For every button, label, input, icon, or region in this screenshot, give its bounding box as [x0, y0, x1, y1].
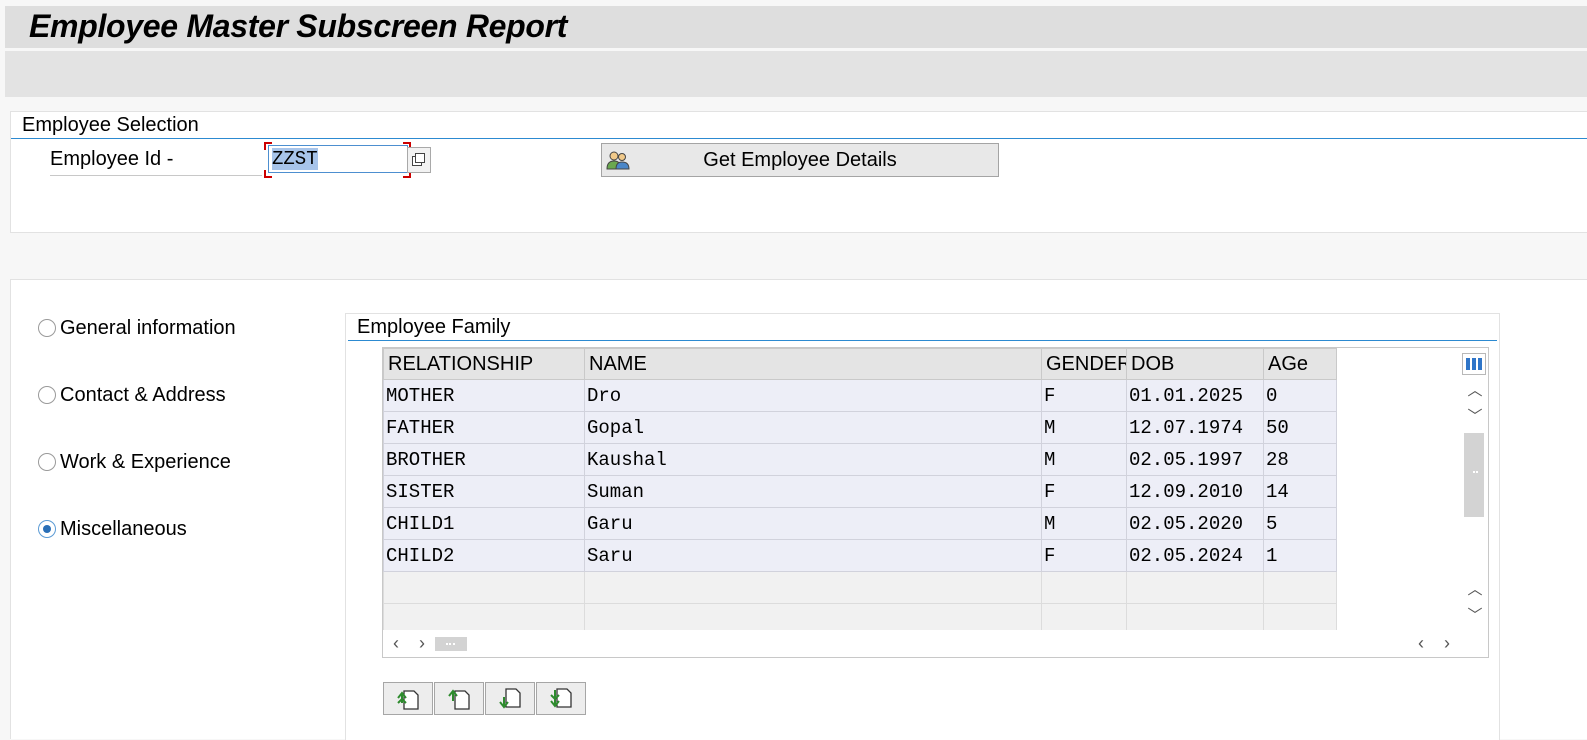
employee-id-value: ZZST — [272, 148, 318, 170]
employee-id-input[interactable]: ZZST — [268, 145, 408, 173]
empty-cell[interactable] — [383, 571, 585, 604]
employee-id-label: Employee Id - — [50, 148, 262, 176]
cell-dob[interactable]: 01.01.2025 — [1126, 379, 1264, 412]
table-row[interactable]: BROTHER Kaushal M 02.05.1997 28 — [383, 443, 1337, 476]
cell-gender[interactable]: M — [1041, 507, 1127, 540]
radio-label: General information — [60, 317, 236, 339]
table-row[interactable]: SISTER Suman F 12.09.2010 14 — [383, 475, 1337, 508]
last-page-icon — [550, 688, 572, 708]
cell-gender[interactable]: F — [1041, 475, 1127, 508]
chevron-down-icon[interactable]: ﹀ — [1466, 408, 1484, 426]
chevron-up-icon[interactable]: ︿ — [1466, 382, 1484, 400]
cell-relationship[interactable]: BROTHER — [383, 443, 585, 476]
cell-gender[interactable]: M — [1041, 411, 1127, 444]
employee-id-field-wrap: ZZST — [264, 142, 411, 178]
empty-cell[interactable] — [1126, 571, 1264, 604]
cell-dob[interactable]: 02.05.2020 — [1126, 507, 1264, 540]
title-bar: Employee Master Subscreen Report — [5, 6, 1587, 48]
cell-dob[interactable]: 02.05.1997 — [1126, 443, 1264, 476]
previous-page-icon — [448, 689, 470, 710]
get-employee-details-label: Get Employee Details — [703, 149, 897, 171]
radio-button[interactable] — [38, 453, 56, 471]
cell-name[interactable]: Garu — [584, 507, 1042, 540]
value-help-icon[interactable] — [407, 147, 431, 173]
subscreen-panel: General information Contact & Address Wo… — [10, 279, 1587, 740]
employee-family-group: Employee Family RELATIONSHIP NAME GENDER… — [345, 313, 1500, 740]
cell-relationship[interactable]: CHILD1 — [383, 507, 585, 540]
chevron-right-icon[interactable]: › — [413, 633, 431, 653]
cell-gender[interactable]: F — [1041, 539, 1127, 572]
vertical-scrollbar-thumb[interactable] — [1464, 433, 1484, 517]
column-header-name[interactable]: NAME — [584, 348, 1042, 380]
group-divider — [348, 340, 1497, 341]
table-row[interactable]: MOTHER Dro F 01.01.2025 0 — [383, 379, 1337, 412]
cell-name[interactable]: Suman — [584, 475, 1042, 508]
chevron-up-icon[interactable]: ︿ — [1466, 581, 1484, 599]
cell-gender[interactable]: M — [1041, 443, 1127, 476]
column-header-relationship[interactable]: RELATIONSHIP — [383, 348, 585, 380]
cell-gender[interactable]: F — [1041, 379, 1127, 412]
cell-name[interactable]: Kaushal — [584, 443, 1042, 476]
next-page-icon — [499, 688, 521, 709]
employee-selection-panel: Employee Selection Employee Id - ZZST Ge… — [10, 111, 1587, 233]
cell-relationship[interactable]: SISTER — [383, 475, 585, 508]
family-table-control: RELATIONSHIP NAME GENDER DOB AGe MOTHER … — [382, 347, 1489, 658]
chevron-left-icon[interactable]: ‹ — [387, 633, 405, 653]
first-page-button[interactable] — [383, 682, 433, 715]
cell-relationship[interactable]: CHILD2 — [383, 539, 585, 572]
cell-name[interactable]: Dro — [584, 379, 1042, 412]
next-page-button[interactable] — [485, 682, 535, 715]
column-header-dob[interactable]: DOB — [1126, 348, 1264, 380]
cell-age[interactable]: 1 — [1263, 539, 1337, 572]
table-row[interactable]: CHILD2 Saru F 02.05.2024 1 — [383, 539, 1337, 572]
previous-page-button[interactable] — [434, 682, 484, 715]
cell-age[interactable]: 5 — [1263, 507, 1337, 540]
empty-table-row[interactable] — [383, 571, 1337, 604]
cell-age[interactable]: 28 — [1263, 443, 1337, 476]
table-row[interactable]: CHILD1 Garu M 02.05.2020 5 — [383, 507, 1337, 540]
employee-group-icon — [606, 151, 630, 170]
cell-dob[interactable]: 12.09.2010 — [1126, 475, 1264, 508]
cell-name[interactable]: Saru — [584, 539, 1042, 572]
cell-age[interactable]: 0 — [1263, 379, 1337, 412]
cell-relationship[interactable]: MOTHER — [383, 379, 585, 412]
empty-cell[interactable] — [1041, 571, 1127, 604]
radio-button[interactable] — [38, 386, 56, 404]
cell-relationship[interactable]: FATHER — [383, 411, 585, 444]
page-title: Employee Master Subscreen Report — [29, 8, 568, 44]
horizontal-scrollbar[interactable]: ‹ › ‹ › — [383, 630, 1462, 656]
last-page-button[interactable] — [536, 682, 586, 715]
table-header-row: RELATIONSHIP NAME GENDER DOB AGe — [383, 348, 1337, 380]
chevron-down-icon[interactable]: ﹀ — [1466, 607, 1484, 625]
cell-age[interactable]: 14 — [1263, 475, 1337, 508]
column-header-age[interactable]: AGe — [1263, 348, 1337, 380]
group-divider — [11, 138, 1587, 139]
cell-dob[interactable]: 02.05.2024 — [1126, 539, 1264, 572]
first-page-icon — [397, 690, 419, 710]
column-header-gender[interactable]: GENDER — [1041, 348, 1127, 380]
get-employee-details-button[interactable]: Get Employee Details — [601, 143, 999, 177]
column-settings-icon[interactable] — [1462, 353, 1486, 375]
chevron-left-icon[interactable]: ‹ — [1412, 633, 1430, 653]
cell-dob[interactable]: 12.07.1974 — [1126, 411, 1264, 444]
radio-button[interactable] — [38, 520, 56, 538]
chevron-right-icon[interactable]: › — [1438, 633, 1456, 653]
employee-selection-title: Employee Selection — [22, 114, 199, 136]
empty-cell[interactable] — [1263, 571, 1337, 604]
radio-label: Miscellaneous — [60, 518, 187, 540]
employee-family-title: Employee Family — [357, 316, 511, 338]
family-table: RELATIONSHIP NAME GENDER DOB AGe MOTHER … — [383, 348, 1337, 636]
radio-button[interactable] — [38, 319, 56, 337]
cell-name[interactable]: Gopal — [584, 411, 1042, 444]
table-row[interactable]: FATHER Gopal M 12.07.1974 50 — [383, 411, 1337, 444]
empty-cell[interactable] — [584, 571, 1042, 604]
radio-label: Contact & Address — [60, 384, 226, 406]
radio-label: Work & Experience — [60, 451, 231, 473]
cell-age[interactable]: 50 — [1263, 411, 1337, 444]
application-toolbar — [5, 51, 1587, 97]
horizontal-scrollbar-thumb[interactable] — [435, 637, 467, 651]
